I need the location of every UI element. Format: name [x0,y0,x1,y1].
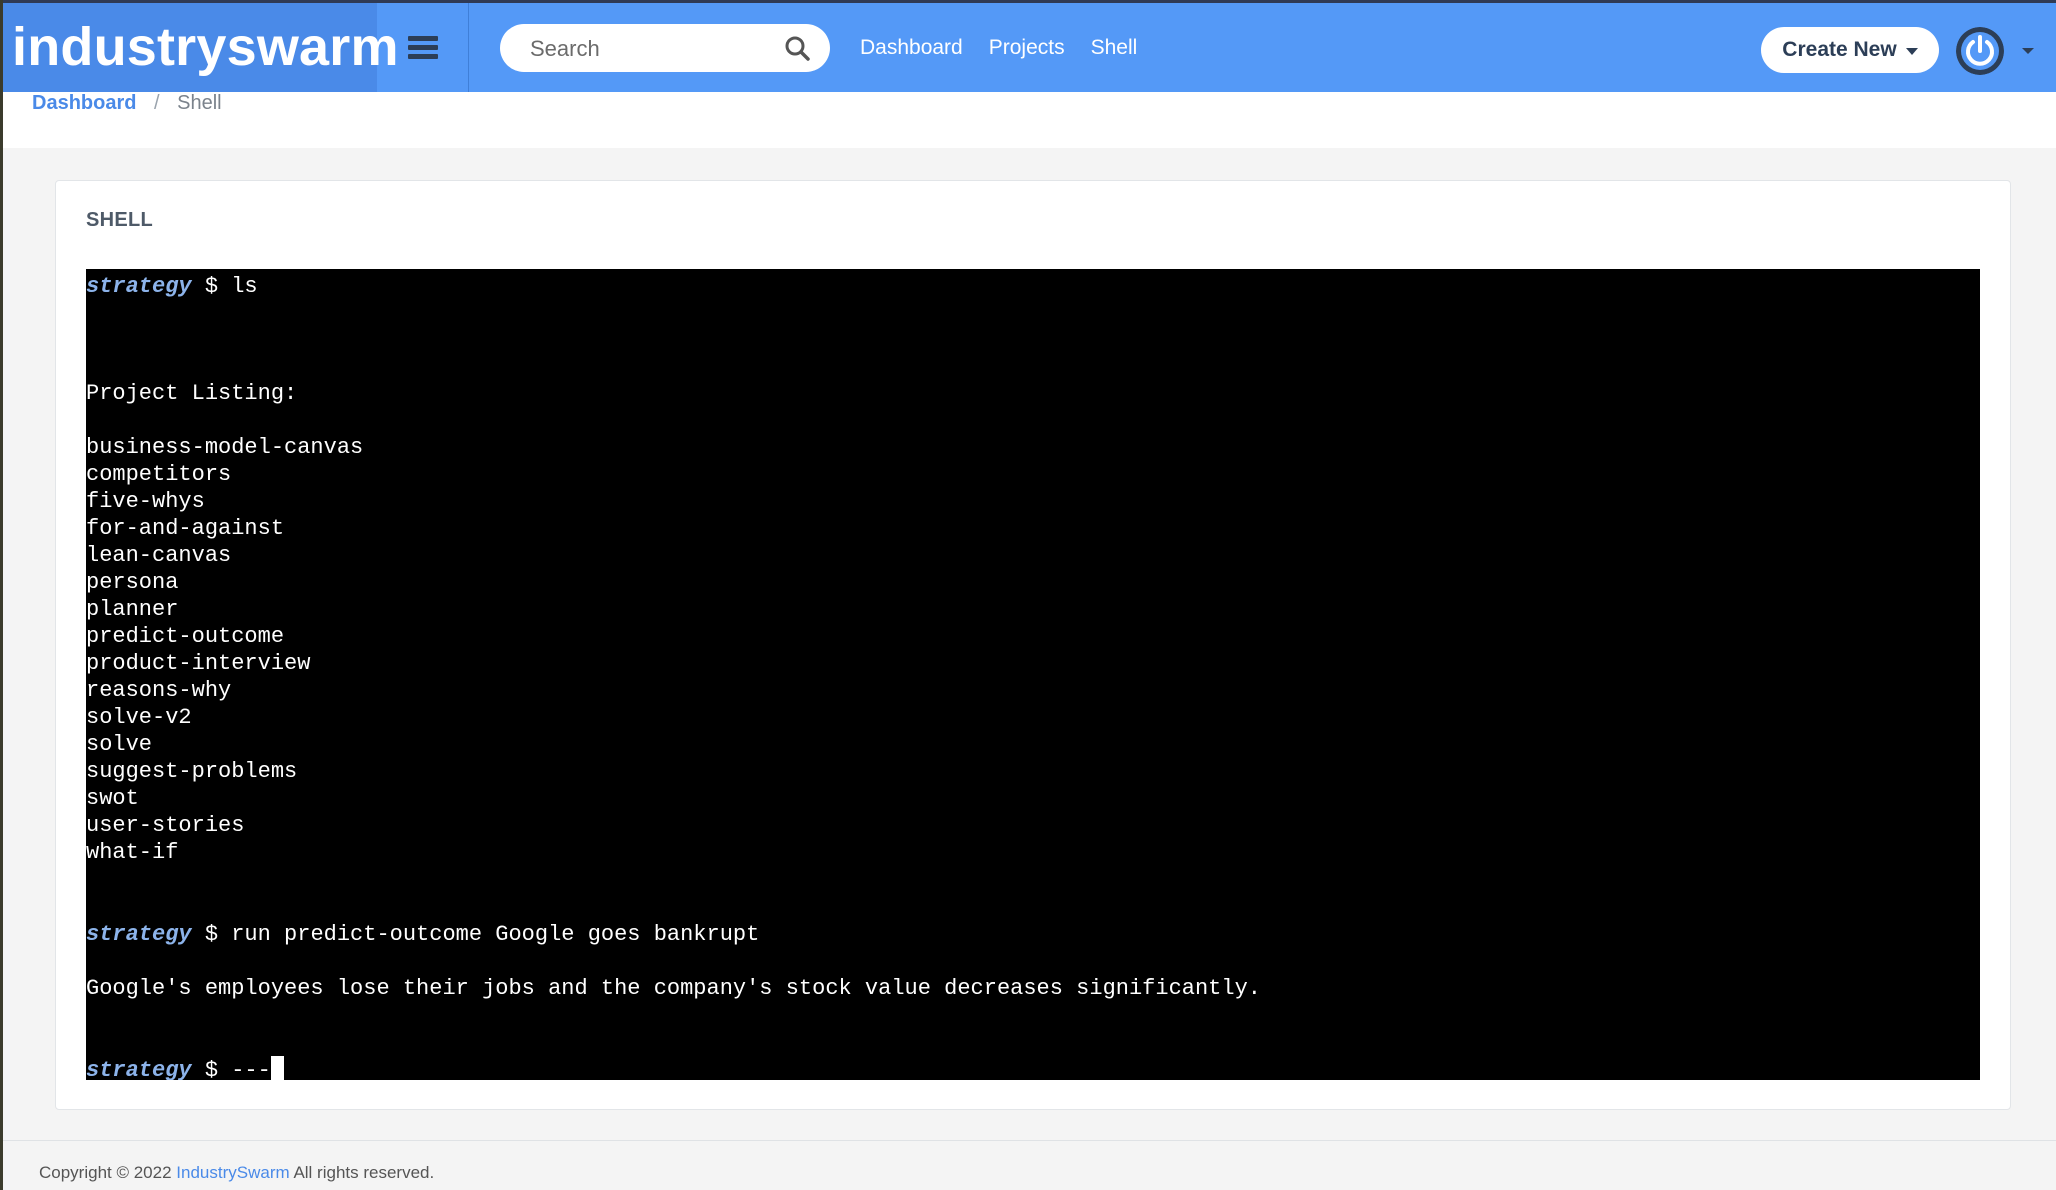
terminal-prompt: strategy [86,274,192,299]
window-edge [0,0,3,1190]
menu-icon[interactable] [377,3,469,92]
terminal-input-line[interactable]: strategy $ --- [86,1056,284,1080]
terminal-line: competitors [86,462,232,487]
create-new-label: Create New [1782,38,1897,61]
terminal-prompt: strategy [86,922,192,947]
terminal-input-text[interactable]: $ --- [192,1058,271,1080]
terminal-line: five-whys [86,489,205,514]
terminal-line: user-stories [86,813,245,838]
terminal-line: what-if [86,840,179,865]
terminal-line: business-model-canvas [86,435,364,460]
terminal-line: lean-canvas [86,543,232,568]
main-nav: Dashboard Projects Shell [860,3,1163,92]
terminal-command: $ run predict-outcome Google goes bankru… [191,922,760,947]
terminal-line: product-interview [86,651,311,676]
footer-company-link[interactable]: IndustrySwarm [176,1163,289,1182]
terminal-line: predict-outcome [86,624,285,649]
search-input[interactable] [528,24,772,74]
caret-down-icon [1905,48,1918,55]
terminal-line: planner [86,597,179,622]
breadcrumb-dashboard-link[interactable]: Dashboard [32,92,136,114]
nav-projects-link[interactable]: Projects [989,36,1065,60]
search-bar [500,24,830,74]
footer: Copyright © 2022 IndustrySwarm All right… [3,1140,2056,1190]
terminal-line: Project Listing: [86,381,298,406]
terminal-line: solve [86,732,153,757]
terminal-line: solve-v2 [86,705,192,730]
terminal-line: suggest-problems [86,759,298,784]
terminal-line: swot [86,786,139,811]
search-icon[interactable] [784,35,810,61]
terminal-line: for-and-against [86,516,285,541]
terminal[interactable]: strategy $ ls Project Listing: business-… [86,269,1980,1080]
footer-prefix: Copyright © 2022 [39,1163,177,1182]
nav-shell-link[interactable]: Shell [1091,36,1138,60]
terminal-line: strategy $ run predict-outcome Google go… [86,921,759,948]
user-menu-caret-icon[interactable] [2022,48,2034,54]
power-icon[interactable] [1956,27,2004,75]
terminal-line: persona [86,570,179,595]
breadcrumb-current: Shell [177,92,222,114]
terminal-line: strategy $ ls [86,273,258,300]
brand-logo[interactable]: industryswarm [0,3,399,92]
top-navbar: industryswarm Dashboard Projects Shell C… [0,0,2056,92]
create-new-button[interactable]: Create New [1761,27,1939,73]
breadcrumb-separator: / [154,92,160,114]
shell-card: SHELL strategy $ ls Project Listing: bus… [55,180,2011,1110]
footer-copyright: Copyright © 2022 IndustrySwarm All right… [39,1163,434,1183]
terminal-cursor [270,1056,284,1080]
footer-suffix: All rights reserved. [289,1163,435,1182]
terminal-prompt: strategy [86,1058,192,1080]
terminal-command: $ ls [191,274,258,299]
card-title: SHELL [86,209,154,231]
terminal-line: Google's employees lose their jobs and t… [86,976,1261,1001]
terminal-line: reasons-why [86,678,232,703]
nav-dashboard-link[interactable]: Dashboard [860,36,963,60]
breadcrumb-bar: Dashboard / Shell [3,92,2056,148]
breadcrumb: Dashboard / Shell [32,92,222,114]
